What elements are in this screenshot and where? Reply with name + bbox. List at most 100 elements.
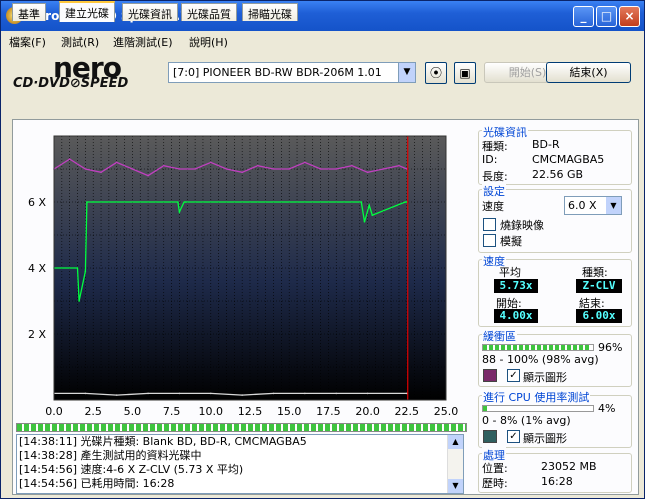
avg-label: 平均 <box>499 266 521 279</box>
speed-chart: 2 X 4 X 6 X 0.0 2.5 5.0 7.5 10.0 12.5 15.0 17.5 20.… <box>28 135 459 418</box>
x-tick-label: 2.5 <box>84 405 102 418</box>
data-point <box>210 161 212 164</box>
close-button[interactable]: × <box>619 6 640 27</box>
data-point <box>100 171 102 174</box>
disc-type-value: BD-R <box>532 138 560 151</box>
data-point <box>225 168 228 170</box>
log-entry: [14:38:28] 產生測試用的資料光碟中 <box>19 449 202 462</box>
data-point <box>178 392 181 395</box>
data-point <box>210 392 212 395</box>
data-point <box>257 164 259 167</box>
speed-group: 速度 平均 種類: 5.73x Z-CLV 開始: 結束: 4.00x 6.00… <box>478 253 632 327</box>
data-point <box>304 392 306 395</box>
data-point <box>363 221 366 223</box>
maximize-button[interactable]: □ <box>596 6 617 27</box>
buffer-header: 緩衝區 <box>482 328 517 344</box>
data-point <box>183 201 185 203</box>
speed-select[interactable]: 6.0 X ▼ <box>564 196 622 215</box>
x-tick-label: 15.0 <box>277 405 302 418</box>
buffer-color-swatch[interactable] <box>483 369 497 382</box>
disc-length-label: 長度: <box>482 170 508 183</box>
tab-scan-disc[interactable]: 掃瞄光碟 <box>242 3 298 21</box>
data-point <box>272 168 275 170</box>
cpu-show-graph-checkbox[interactable]: ✓ <box>507 430 520 443</box>
data-point <box>319 168 322 170</box>
eject-button[interactable]: ⦿ <box>425 62 447 84</box>
app-window: Nero CD-DVD Speed 4.7.7.16 _ □ × 檔案(F) 測… <box>0 0 645 499</box>
menu-help[interactable]: 說明(H) <box>189 34 228 50</box>
simulate-checkbox[interactable] <box>483 234 496 247</box>
buffer-show-graph-checkbox[interactable]: ✓ <box>507 369 520 382</box>
data-point <box>194 168 196 170</box>
data-point <box>184 201 187 203</box>
scroll-up-icon[interactable]: ▲ <box>448 435 463 449</box>
x-tick-label: 10.0 <box>199 405 224 418</box>
menu-advanced[interactable]: 進階測試(E) <box>113 34 173 50</box>
buffer-bar-fill <box>483 345 589 350</box>
scroll-down-icon[interactable]: ▼ <box>448 479 463 493</box>
save-button[interactable]: ▣ <box>454 62 476 84</box>
cpu-show-graph-label: 顯示圖形 <box>523 432 567 445</box>
tab-create-disc[interactable]: 建立光碟 <box>59 1 115 22</box>
data-point <box>335 392 338 395</box>
tab-disc-info[interactable]: 光碟資訊 <box>122 3 178 21</box>
data-point <box>115 161 118 164</box>
progress-fill <box>17 424 466 431</box>
tab-disc-quality[interactable]: 光碟品質 <box>181 3 237 21</box>
drive-select[interactable]: [7:0] PIONEER BD-RW BDR-206M 1.01 ▼ <box>168 62 416 83</box>
disc-length-value: 22.56 GB <box>532 168 584 181</box>
cpu-percent: 4% <box>598 402 616 415</box>
drive-select-value: [7:0] PIONEER BD-RW BDR-206M 1.01 <box>173 66 382 79</box>
buffer-bar <box>482 344 594 351</box>
cd-dvd-speed-logo: CD·DVD⊘SPEED <box>13 76 129 91</box>
data-point <box>86 201 88 203</box>
elapsed-label: 歷時: <box>482 477 508 490</box>
minimize-button[interactable]: _ <box>573 6 594 27</box>
end-button[interactable]: 結束(X) <box>546 62 631 83</box>
buffer-percent: 96% <box>598 341 623 354</box>
data-point <box>84 270 87 273</box>
buffer-group: 緩衝區 96% 88 - 100% (98% avg) ✓ 顯示圖形 <box>478 328 632 387</box>
disc-info-group: 光碟資訊 種類: BD-R ID: CMCMAGBA5 長度: 22.56 GB <box>478 124 632 185</box>
cpu-color-swatch[interactable] <box>483 430 497 443</box>
menu-bar: 檔案(F) 測試(R) 進階測試(E) 說明(H) <box>1 31 644 51</box>
data-point <box>288 168 291 170</box>
data-point <box>147 392 149 395</box>
data-point <box>366 392 369 395</box>
disc-id-label: ID: <box>482 153 498 166</box>
chevron-down-icon[interactable]: ▼ <box>606 197 621 214</box>
x-tick-label: 0.0 <box>45 405 63 418</box>
data-point <box>304 161 306 164</box>
x-tick-label: 7.5 <box>163 405 181 418</box>
log-list: [14:38:11] 光碟片種類: Blank BD, BD-R, CMCMAG… <box>16 434 464 494</box>
start-speed-value: 4.00x <box>494 309 538 323</box>
data-point <box>382 168 385 170</box>
simulate-label: 模擬 <box>500 235 522 248</box>
progress-bar <box>16 423 467 432</box>
cpu-bar-fill <box>483 406 488 411</box>
data-point <box>241 171 243 174</box>
data-point <box>78 300 80 302</box>
data-point <box>366 171 369 174</box>
x-tick-label: 20.0 <box>355 405 380 418</box>
data-point <box>371 214 374 216</box>
data-point <box>360 201 363 203</box>
log-scrollbar[interactable]: ▲ ▼ <box>447 435 463 493</box>
data-point <box>368 204 370 207</box>
menu-file[interactable]: 檔案(F) <box>9 34 46 50</box>
type-label: 種類: <box>582 266 608 279</box>
data-point <box>398 164 400 167</box>
x-tick-label: 25.0 <box>434 405 459 418</box>
cpu-bar <box>482 405 594 412</box>
log-entry: [14:54:56] 速度:4-6 X Z-CLV (5.73 X 平均) <box>19 463 244 476</box>
data-point <box>177 201 179 203</box>
position-label: 位置: <box>482 462 508 475</box>
burn-image-checkbox[interactable] <box>483 218 496 231</box>
speed-type-value: Z-CLV <box>576 279 622 293</box>
tab-benchmark[interactable]: 基準 <box>12 3 46 21</box>
menu-test[interactable]: 測試(R) <box>61 34 99 50</box>
disc-icon: ⦿ <box>429 66 442 80</box>
chevron-down-icon[interactable]: ▼ <box>398 63 415 82</box>
end-speed-value: 6.00x <box>576 309 622 323</box>
x-tick-label: 5.0 <box>124 405 142 418</box>
